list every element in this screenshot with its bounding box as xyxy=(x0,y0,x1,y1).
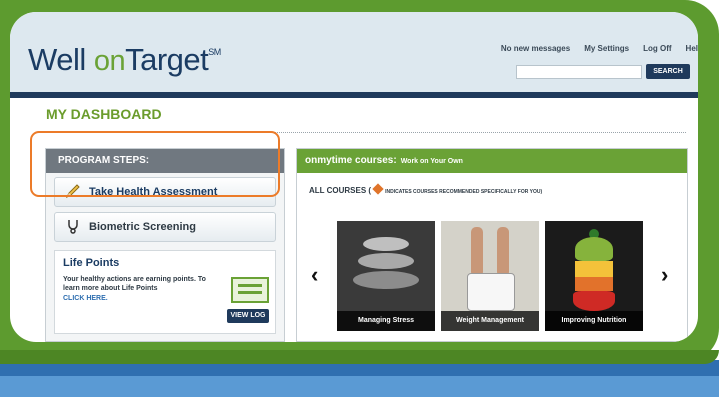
messages-link[interactable]: No new messages xyxy=(501,44,570,53)
logo: Well onTargetSM xyxy=(28,42,221,78)
top-links: No new messages My Settings Log Off Hel xyxy=(501,44,698,53)
leg-image xyxy=(497,227,509,277)
courses-panel: onmytime courses: Work on Your Own ALL CO… xyxy=(296,148,688,342)
fruit-image xyxy=(575,237,613,261)
leg-image xyxy=(471,227,483,277)
courses-header: onmytime courses: Work on Your Own xyxy=(297,149,687,173)
next-arrow-button[interactable]: › xyxy=(661,262,668,288)
stone-image xyxy=(363,237,409,251)
all-courses-label: ALL COURSES ( INDICATES COURSES RECOMMEND… xyxy=(309,183,543,195)
highlight-outline xyxy=(30,131,280,197)
page-title: MY DASHBOARD xyxy=(46,106,162,122)
green-frame-shadow xyxy=(0,350,719,364)
logoff-link[interactable]: Log Off xyxy=(643,44,671,53)
course-caption: Managing Stress xyxy=(337,311,435,331)
life-points-title: Life Points xyxy=(63,257,120,269)
life-points-box: Life Points Your healthy actions are ear… xyxy=(54,250,276,334)
logo-mark: SM xyxy=(208,47,221,57)
header-rule xyxy=(10,92,698,98)
courses-header-title: onmytime courses: xyxy=(305,155,397,166)
course-tile-managing-stress[interactable]: Managing Stress xyxy=(337,221,435,331)
fruit-image xyxy=(573,291,615,311)
settings-link[interactable]: My Settings xyxy=(584,44,629,53)
recommended-icon xyxy=(372,183,384,195)
search-button[interactable]: SEARCH xyxy=(646,64,690,79)
prev-arrow-button[interactable]: ‹ xyxy=(311,262,318,288)
stethoscope-icon xyxy=(65,218,81,237)
stone-image xyxy=(358,253,414,269)
bottom-band-light xyxy=(0,376,719,397)
fruit-image xyxy=(575,277,613,291)
help-link[interactable]: Hel xyxy=(686,44,698,53)
step-biometric-screening[interactable]: Biometric Screening xyxy=(54,212,276,242)
life-points-text: Your healthy actions are earning points.… xyxy=(63,276,206,292)
certificate-icon xyxy=(231,277,269,303)
course-caption: Improving Nutrition xyxy=(545,311,643,331)
search-input[interactable] xyxy=(516,65,642,79)
logo-prefix: Well xyxy=(28,42,94,77)
courses-header-sub: Work on Your Own xyxy=(400,158,463,165)
life-points-link[interactable]: CLICK HERE. xyxy=(63,295,108,302)
fruit-image xyxy=(575,261,613,277)
view-log-button[interactable]: VIEW LOG xyxy=(227,309,269,323)
logo-on: on xyxy=(93,45,126,77)
course-caption: Weight Management xyxy=(441,311,539,331)
course-tile-improving-nutrition[interactable]: Improving Nutrition xyxy=(545,221,643,331)
scale-image xyxy=(467,273,515,311)
course-tile-weight-management[interactable]: Weight Management xyxy=(441,221,539,331)
logo-suffix: Target xyxy=(125,42,209,77)
site-header: Well onTargetSM No new messages My Setti… xyxy=(10,12,698,92)
all-courses-text: ALL COURSES ( xyxy=(309,186,372,195)
step-label: Biometric Screening xyxy=(89,221,196,233)
recommended-note: INDICATES COURSES RECOMMENDED SPECIFICAL… xyxy=(385,189,543,195)
stone-image xyxy=(353,271,419,289)
